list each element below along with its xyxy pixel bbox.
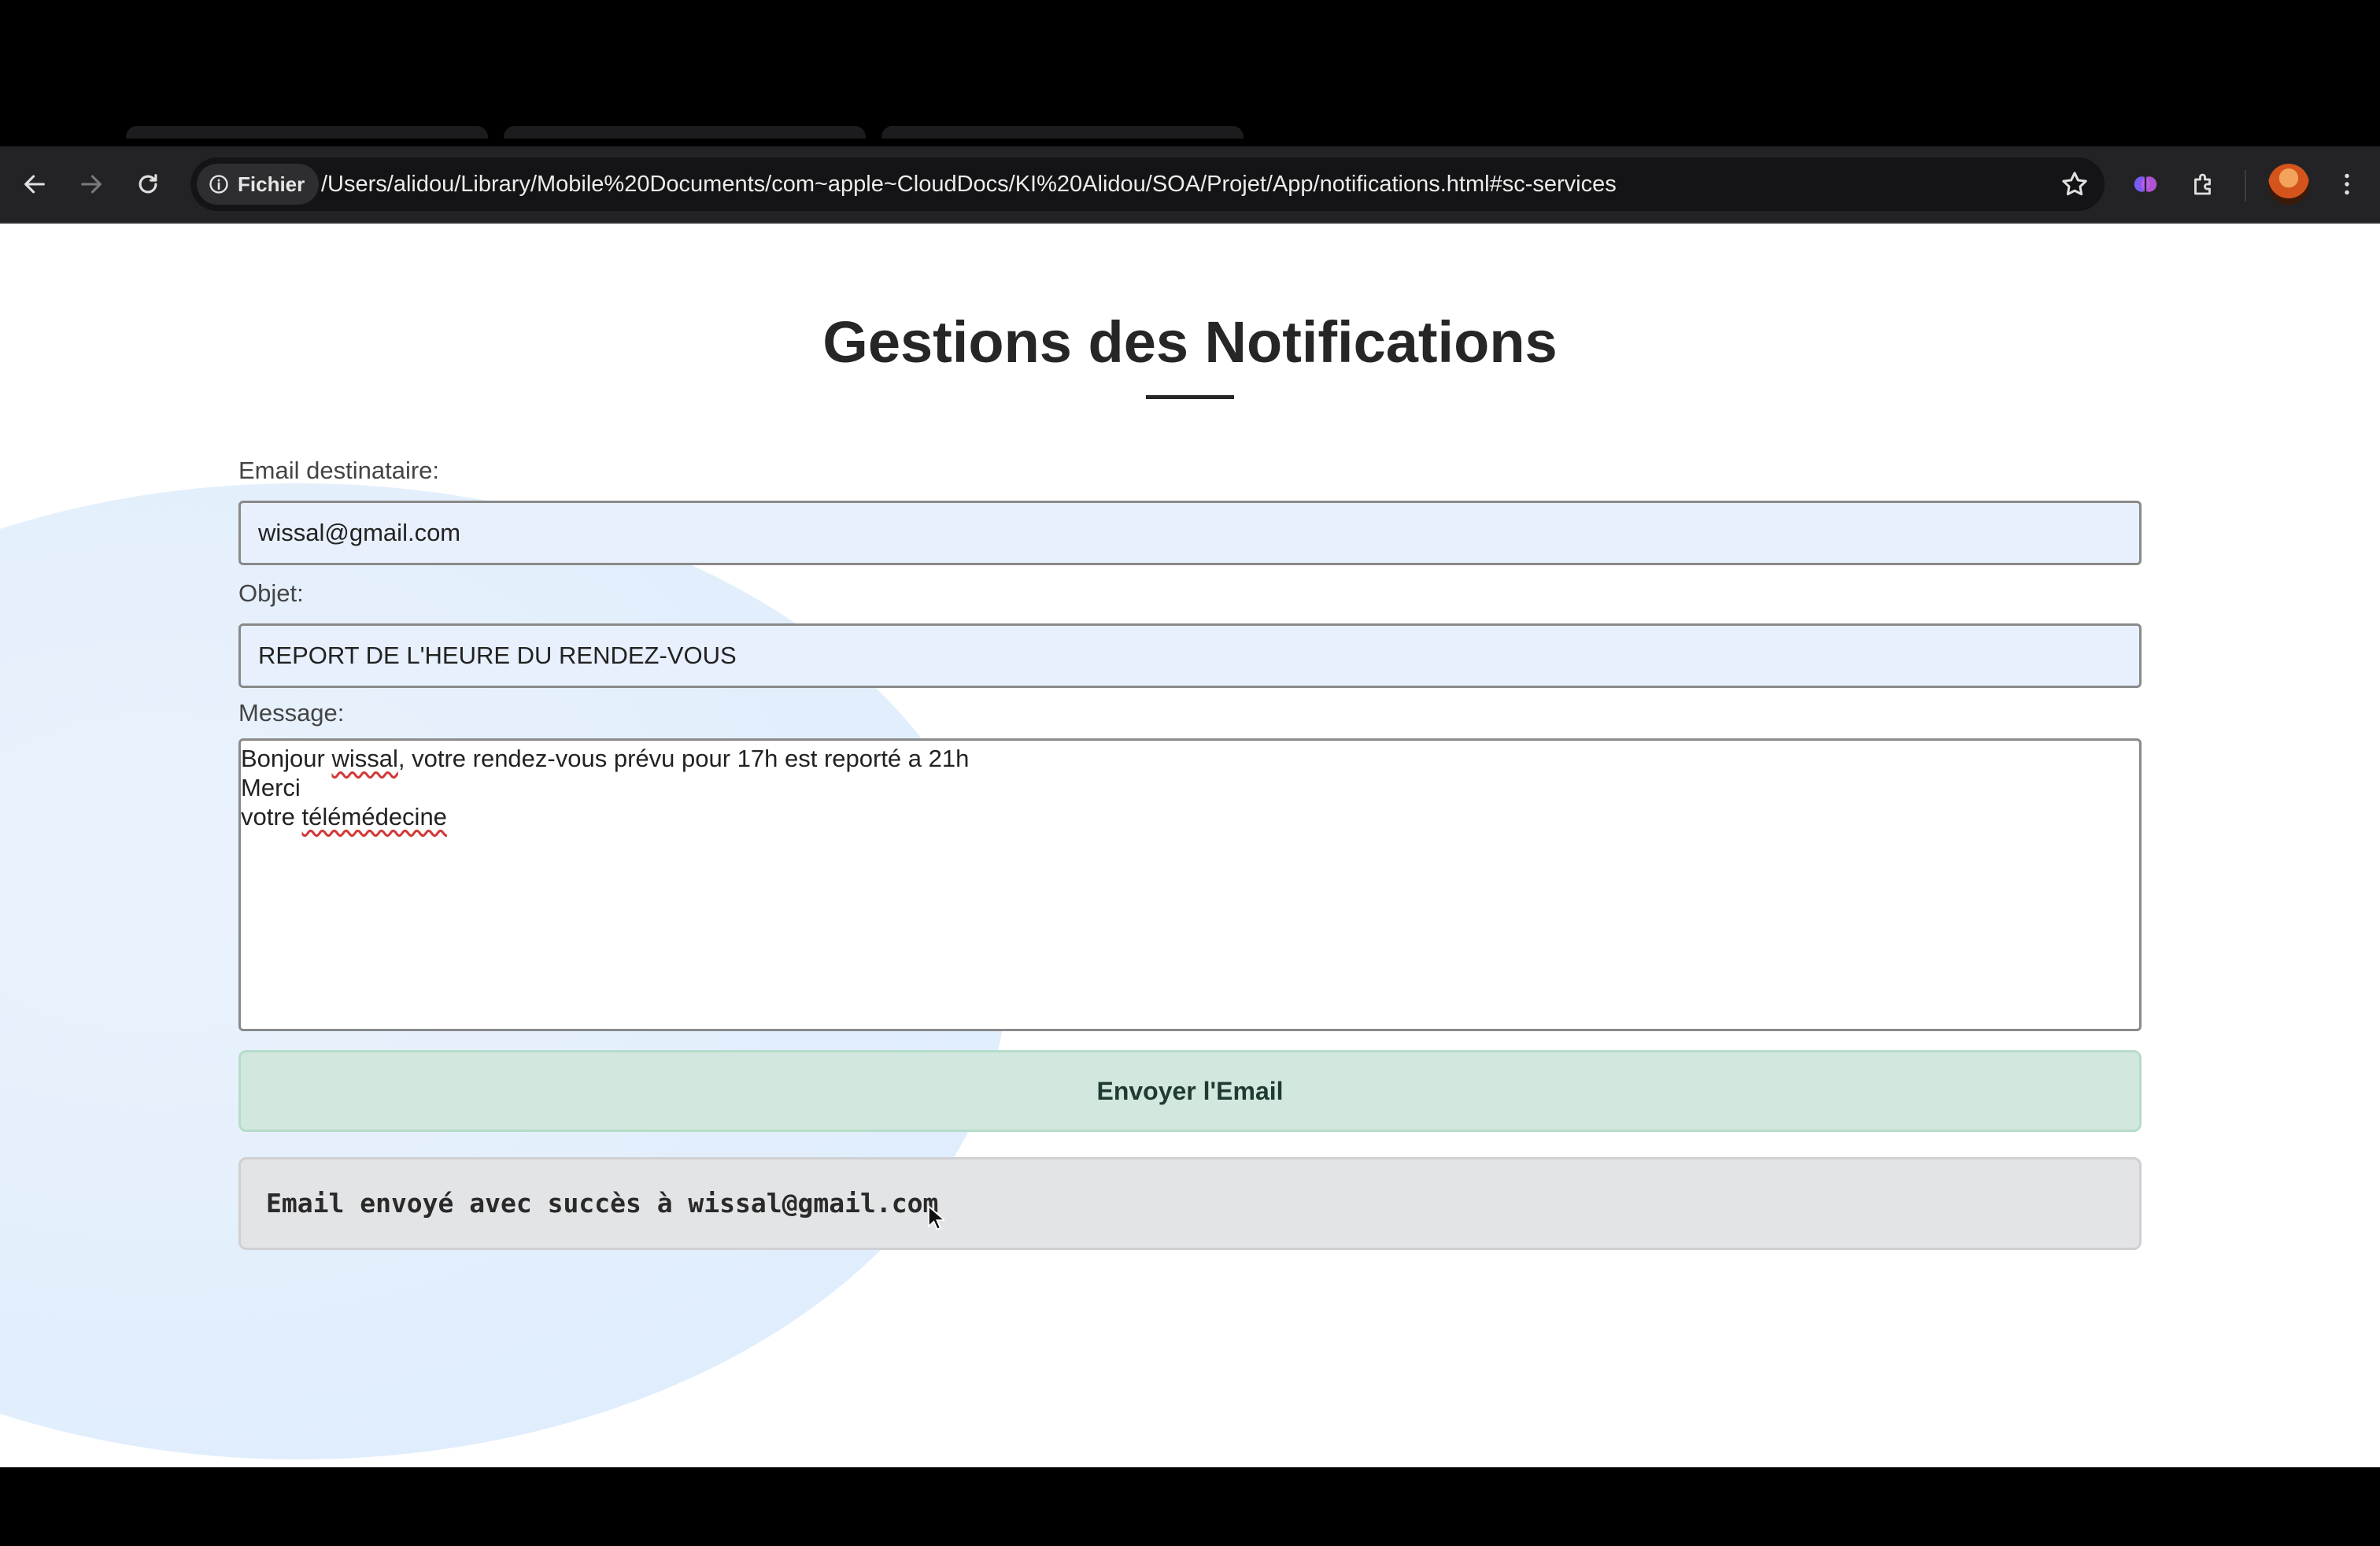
tab-background[interactable] [126,126,488,139]
toolbar-divider [2245,170,2246,202]
subject-field[interactable]: REPORT DE L'HEURE DU RENDEZ-VOUS [238,623,2142,688]
send-email-button[interactable]: Envoyer l'Email [238,1050,2142,1132]
forward-icon [81,175,102,194]
message-text: votre [241,803,302,830]
message-text: Bonjour [241,745,332,772]
message-label: Message: [238,699,345,727]
email-label: Email destinataire: [238,457,440,484]
message-text: , votre rendez-vous prévu pour 17h est r… [397,745,970,772]
puzzle-icon [2194,173,2211,195]
star-icon[interactable] [2059,168,2090,200]
browser-toolbar: Fichier /Users/alidou/Library/Mobile%20D… [0,146,2380,224]
extensions-menu-button[interactable] [2183,164,2224,205]
reload-icon [139,174,157,194]
result-message: Email envoyé avec succès à wissal@gmail.… [238,1157,2142,1250]
page-viewport: Gestions des Notifications Email destina… [0,224,2380,1467]
subject-label: Objet: [238,579,304,607]
reload-button[interactable] [124,161,172,208]
message-line: Merci [241,774,301,801]
back-icon [24,175,45,194]
email-field[interactable]: wissal@gmail.com [238,501,2142,565]
avatar[interactable] [2268,164,2309,205]
title-underline [1146,395,1234,399]
tab-background[interactable] [881,126,1244,139]
tab-strip [0,0,2380,146]
url-text[interactable]: /Users/alidou/Library/Mobile%20Documents… [321,157,1617,211]
tab-background[interactable] [504,126,866,139]
site-chip-label: Fichier [238,172,305,196]
browser-menu-button[interactable] [2326,164,2367,205]
site-info-chip[interactable]: Fichier [197,164,320,205]
screen-bottom-bar [0,1467,2380,1546]
page-title: Gestions des Notifications [822,309,1558,375]
extension-brain-icon [2134,176,2157,192]
forward-button[interactable] [68,161,115,208]
misspelled-word: télémédecine [301,803,447,830]
info-icon [209,175,228,194]
kebab-menu-icon [2345,173,2349,195]
extension-button[interactable] [2125,164,2166,205]
address-bar[interactable]: Fichier /Users/alidou/Library/Mobile%20D… [190,157,2105,211]
back-button[interactable] [11,161,58,208]
misspelled-word: wissal [331,745,398,772]
message-line: votre télémédecine [241,802,2139,831]
notifications-section: Gestions des Notifications Email destina… [0,224,2380,1467]
message-line: Bonjour wissal, votre rendez-vous prévu … [241,744,2139,773]
mouse-cursor-icon [927,1204,944,1230]
message-textarea[interactable]: Bonjour wissal, votre rendez-vous prévu … [238,738,2142,1031]
